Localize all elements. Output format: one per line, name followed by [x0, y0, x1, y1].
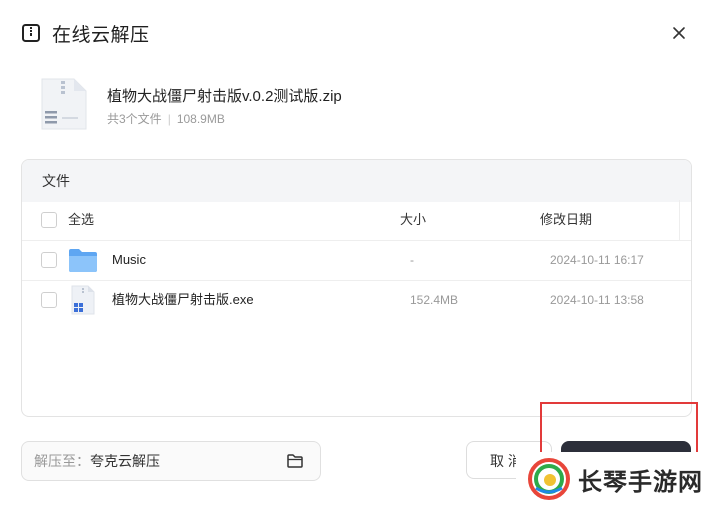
file-panel-tab: 文件 — [42, 173, 70, 189]
watermark-text: 长琴手游网 — [578, 468, 703, 496]
close-button[interactable] — [666, 20, 692, 46]
file-name: Music — [112, 252, 146, 267]
destination-value: 夸克云解压 — [90, 453, 160, 469]
archive-file-count: 共3个文件 — [107, 112, 162, 126]
file-size: - — [410, 253, 414, 267]
column-size[interactable]: 大小 — [400, 200, 426, 240]
watermark: 长琴手游网 — [516, 452, 715, 506]
file-table-header: 全选 大小 修改日期 — [22, 200, 691, 241]
watermark-logo-icon — [528, 458, 570, 500]
column-select-all[interactable]: 全选 — [68, 200, 94, 240]
file-size: 152.4MB — [410, 293, 459, 307]
row-checkbox[interactable] — [41, 292, 57, 308]
file-panel-header: 文件 — [22, 160, 691, 202]
meta-separator: | — [167, 112, 171, 126]
folder-icon — [69, 249, 97, 272]
archive-meta: 共3个文件 | 108.9MB — [107, 110, 225, 127]
file-name: 植物大战僵尸射击版.exe — [112, 292, 254, 307]
close-icon — [673, 27, 685, 39]
file-modified: 2024-10-11 13:58 — [550, 293, 644, 307]
folder-outline-icon[interactable] — [286, 452, 304, 470]
destination-field[interactable]: 解压至： 夸克云解压 — [21, 441, 321, 481]
dialog-titlebar: 在线云解压 — [22, 18, 150, 48]
file-list-panel: 文件 全选 大小 修改日期 Music - 2024-10-11 16:17 植… — [21, 159, 692, 417]
destination-label: 解压至： — [34, 453, 90, 469]
table-row[interactable]: Music - 2024-10-11 16:17 — [22, 240, 691, 281]
zip-file-icon — [41, 78, 87, 130]
archive-name: 植物大战僵尸射击版v.0.2测试版.zip — [107, 88, 342, 105]
row-checkbox[interactable] — [41, 252, 57, 268]
file-modified: 2024-10-11 16:17 — [550, 253, 644, 267]
archive-size: 108.9MB — [176, 112, 225, 126]
exe-file-icon — [71, 285, 95, 315]
column-divider — [679, 200, 680, 240]
archive-app-icon — [22, 24, 40, 42]
column-modified[interactable]: 修改日期 — [540, 200, 592, 240]
select-all-checkbox[interactable] — [41, 212, 57, 228]
table-row[interactable]: 植物大战僵尸射击版.exe 152.4MB 2024-10-11 13:58 — [22, 280, 691, 320]
dialog-title: 在线云解压 — [52, 24, 150, 46]
